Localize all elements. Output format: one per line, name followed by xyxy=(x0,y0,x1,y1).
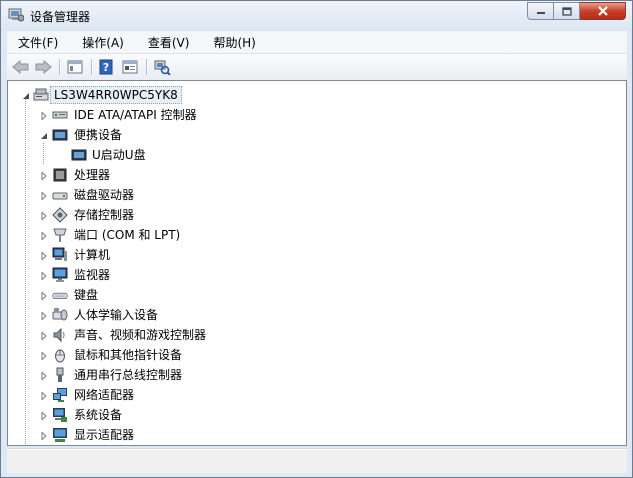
scan-hardware-icon xyxy=(154,60,171,75)
maximize-icon xyxy=(561,6,572,16)
menu-help[interactable]: 帮助(H) xyxy=(207,34,261,51)
properties-button[interactable] xyxy=(120,58,140,76)
properties-icon xyxy=(122,60,138,74)
tree-lines xyxy=(25,99,44,445)
menu-file[interactable]: 文件(F) xyxy=(12,34,64,51)
scan-hardware-button[interactable] xyxy=(152,58,172,76)
device-manager-window: 设备管理器 文件(F) 操作(A) 查看(V) 帮助(H) ? LS3W4RR0… xyxy=(0,0,633,478)
device-manager-icon xyxy=(8,8,25,22)
help-button[interactable]: ? xyxy=(97,58,115,76)
show-hide-tree-icon xyxy=(67,60,83,74)
title-bar[interactable]: 设备管理器 xyxy=(1,1,632,31)
svg-text:?: ? xyxy=(103,61,109,74)
back-arrow-icon xyxy=(12,60,29,74)
maximize-button[interactable] xyxy=(554,2,580,20)
help-icon: ? xyxy=(99,59,113,75)
device-tree[interactable]: LS3W4RR0WPC5YK8 IDE ATA/ATAPI 控制器 便携设备 U… xyxy=(7,80,627,446)
menu-view[interactable]: 查看(V) xyxy=(142,34,196,51)
back-button[interactable] xyxy=(11,58,31,76)
window-title: 设备管理器 xyxy=(30,10,91,24)
forward-arrow-icon xyxy=(35,60,52,74)
menu-action[interactable]: 操作(A) xyxy=(76,34,130,51)
forward-button[interactable] xyxy=(33,58,53,76)
show-hide-tree-button[interactable] xyxy=(65,58,85,76)
menu-bar: 文件(F) 操作(A) 查看(V) 帮助(H) xyxy=(7,31,627,54)
toolbar: ? xyxy=(7,54,627,81)
status-bar xyxy=(7,448,627,473)
minimize-icon xyxy=(536,12,545,14)
minimize-button[interactable] xyxy=(527,2,554,20)
close-icon xyxy=(597,6,608,16)
close-button[interactable] xyxy=(580,2,626,20)
